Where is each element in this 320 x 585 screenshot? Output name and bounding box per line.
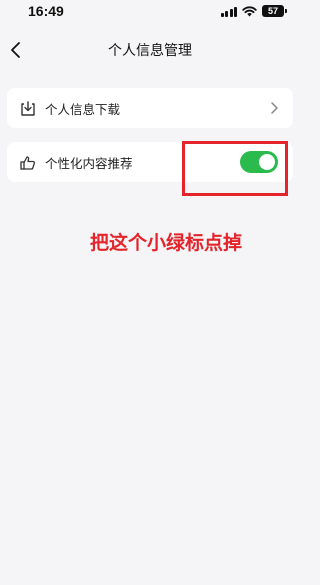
wifi-icon [242, 5, 257, 16]
settings-item-label: 个人信息下载 [45, 102, 121, 117]
status-bar: 16:49 57 [0, 0, 300, 26]
nav-bar: 个人信息管理 [0, 30, 300, 70]
annotation-text: 把这个小绿标点掉 [90, 232, 243, 254]
chevron-right-icon [271, 102, 278, 114]
settings-item-info-download[interactable]: 个人信息下载 [7, 88, 293, 128]
annotation-highlight-box [182, 141, 288, 196]
battery-icon: 57 [262, 5, 287, 17]
thumbs-up-icon [20, 156, 36, 170]
cellular-signal-icon [220, 6, 237, 17]
page-title: 个人信息管理 [108, 43, 192, 59]
status-time: 16:49 [28, 3, 64, 19]
settings-item-label: 个性化内容推荐 [45, 156, 133, 171]
download-icon [21, 101, 35, 116]
status-icons: 57 [220, 5, 287, 17]
